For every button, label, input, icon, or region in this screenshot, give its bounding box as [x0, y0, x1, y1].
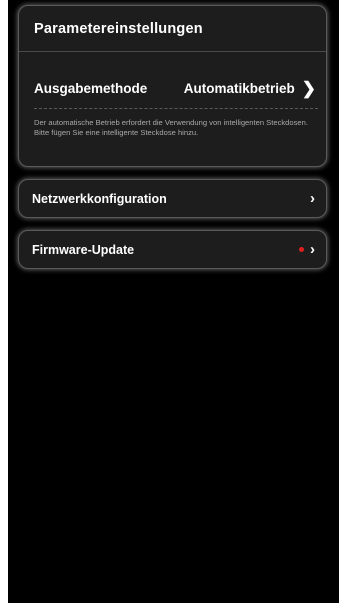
firmware-update-label: Firmware-Update [32, 242, 135, 257]
update-indicator-icon [299, 247, 304, 252]
output-method-selector[interactable]: Automatikbetrieb ❯ [184, 80, 318, 97]
chevron-right-icon: › [310, 241, 315, 258]
output-method-row[interactable]: Ausgabemethode Automatikbetrieb ❯ [34, 68, 318, 109]
smart-plug-note: Der automatische Betrieb erfordert die V… [34, 118, 308, 137]
firmware-update-item[interactable]: Firmware-Update › [18, 230, 327, 269]
parameter-settings-title: Parametereinstellungen [19, 6, 326, 52]
parameter-settings-card: Parametereinstellungen Ausgabemethode Au… [18, 5, 327, 167]
app-screen: Parametereinstellungen Ausgabemethode Au… [8, 0, 339, 603]
chevron-right-icon: › [310, 190, 315, 207]
output-method-value: Automatikbetrieb [183, 80, 295, 96]
network-configuration-action: › [310, 191, 315, 206]
output-method-label: Ausgabemethode [34, 80, 148, 96]
network-configuration-item[interactable]: Netzwerkkonfiguration › [18, 179, 327, 218]
chevron-right-icon: ❯ [301, 78, 316, 98]
network-configuration-label: Netzwerkkonfiguration [32, 191, 167, 206]
firmware-update-action: › [299, 242, 315, 257]
